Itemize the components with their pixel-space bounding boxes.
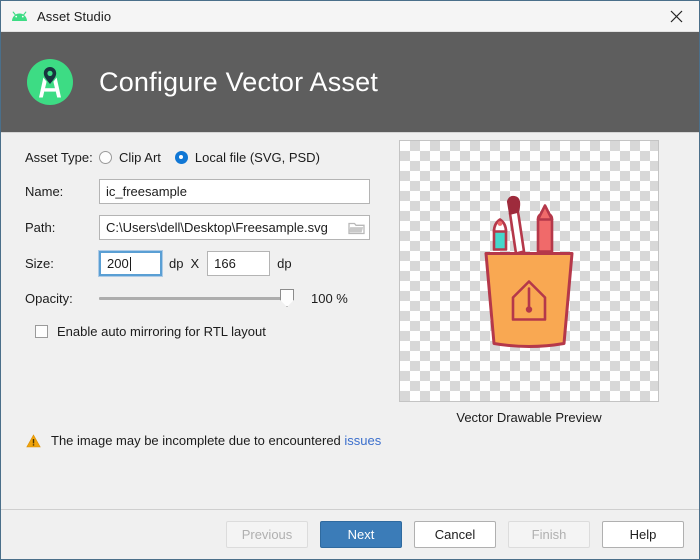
mirroring-checkbox-box (35, 324, 48, 338)
radio-local-file[interactable]: Local file (SVG, PSD) (174, 149, 320, 165)
mirroring-row: Enable auto mirroring for RTL layout (25, 320, 375, 342)
warning-icon (26, 433, 41, 448)
previous-button[interactable]: Previous (226, 520, 308, 548)
pen-holder-cup-illustration (464, 194, 594, 349)
asset-type-label: Asset Type: (25, 149, 93, 165)
dialog-content: Asset Type: Clip Art Local file (SVG, PS… (1, 133, 699, 510)
path-input[interactable]: C:\Users\dell\Desktop\Freesample.svg (99, 215, 370, 240)
name-row: Name: ic_freesample (25, 179, 375, 204)
warning-message: The image may be incomplete due to encou… (26, 433, 381, 448)
size-height-input[interactable]: 166 (207, 251, 271, 276)
radio-clip-art-label: Clip Art (119, 149, 161, 165)
dialog-header: Configure Vector Asset (1, 32, 699, 133)
size-width-value: 200 (107, 256, 129, 271)
size-row: Size: 200 dp X 166 dp (25, 250, 375, 277)
opacity-slider-track (99, 296, 289, 300)
opacity-slider-area: 100 % (99, 289, 375, 307)
help-button[interactable]: Help (602, 520, 684, 548)
size-separator: X (190, 256, 200, 271)
android-icon (10, 7, 28, 25)
radio-clip-art-indicator (99, 150, 112, 164)
page-title: Configure Vector Asset (99, 66, 379, 97)
mirroring-checkbox[interactable]: Enable auto mirroring for RTL layout (35, 324, 266, 339)
configuration-form: Asset Type: Clip Art Local file (SVG, PS… (25, 146, 375, 353)
radio-clip-art[interactable]: Clip Art (99, 150, 161, 165)
warning-text-body: The image may be incomplete due to encou… (51, 433, 341, 448)
finish-button[interactable]: Finish (508, 520, 590, 548)
opacity-row: Opacity: 100 % (25, 287, 375, 309)
preview-panel: Vector Drawable Preview (399, 140, 659, 425)
window-title: Asset Studio (37, 8, 112, 24)
name-label: Name: (25, 184, 64, 199)
preview-canvas (399, 140, 659, 402)
name-input[interactable]: ic_freesample (99, 179, 370, 204)
warning-text: The image may be incomplete due to encou… (51, 433, 381, 448)
opacity-label: Opacity: (25, 290, 73, 306)
close-icon[interactable] (653, 1, 699, 31)
radio-local-file-indicator (174, 150, 188, 164)
asset-type-row: Asset Type: Clip Art Local file (SVG, PS… (25, 146, 375, 168)
cancel-button[interactable]: Cancel (414, 520, 496, 548)
size-height-value: 166 (214, 256, 236, 271)
text-caret (129, 256, 131, 271)
opacity-value: 100 % (311, 290, 348, 306)
size-label: Size: (25, 256, 54, 271)
size-width-input[interactable]: 200 (98, 250, 163, 277)
folder-icon[interactable] (348, 220, 365, 235)
opacity-slider[interactable] (99, 289, 294, 307)
android-studio-logo (23, 55, 77, 109)
radio-local-file-label: Local file (SVG, PSD) (194, 149, 320, 165)
opacity-slider-thumb[interactable] (280, 289, 294, 307)
preview-caption: Vector Drawable Preview (456, 410, 602, 425)
dialog-footer: Previous Next Cancel Finish Help (1, 510, 699, 558)
path-row: Path: C:\Users\dell\Desktop\Freesample.s… (25, 215, 375, 240)
name-input-value: ic_freesample (106, 184, 187, 199)
mirroring-checkbox-label: Enable auto mirroring for RTL layout (57, 323, 266, 339)
path-input-value: C:\Users\dell\Desktop\Freesample.svg (106, 220, 328, 235)
size-width-unit: dp (169, 256, 184, 271)
warning-issues-link[interactable]: issues (344, 433, 381, 448)
title-bar: Asset Studio (1, 1, 699, 32)
size-height-unit: dp (277, 256, 292, 271)
path-label: Path: (25, 220, 56, 235)
next-button[interactable]: Next (320, 520, 402, 548)
